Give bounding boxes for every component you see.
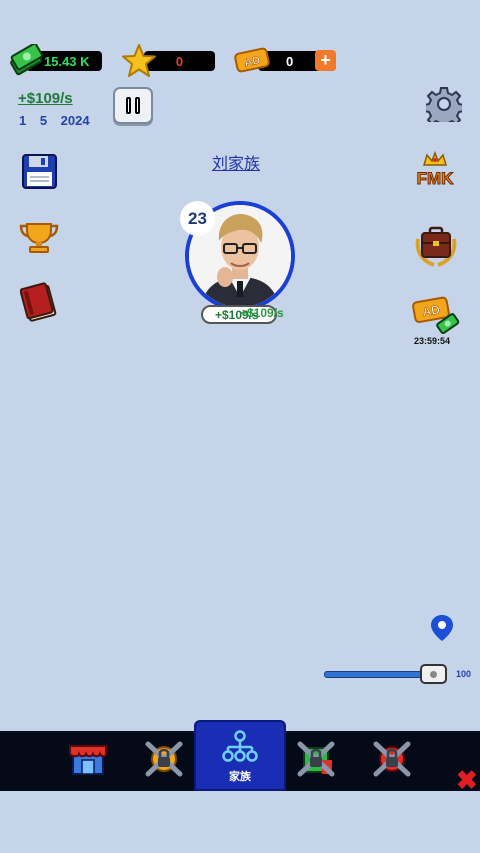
zoom-slider-thumb[interactable] [420,664,447,684]
briefcase-laurel-icon[interactable] [412,225,460,269]
floating-income-text: +$109/s [240,306,284,320]
locked-tab-red-icon[interactable] [372,740,412,778]
ad-ticket-value: 0 [286,53,294,69]
zoom-slider-value: 100 [456,669,472,679]
locked-tab-gold-icon[interactable] [144,740,184,778]
money-value: 15.43 K [44,53,90,69]
add-ad-ticket-button[interactable]: + [315,50,336,71]
ad-cash-reward-icon[interactable]: AD [412,296,460,336]
pause-button[interactable] [113,87,153,124]
cash-icon [10,44,43,76]
shop-icon[interactable] [68,740,108,778]
tab-family-label: 家族 [229,771,251,783]
game-date: 1 5 2024 [19,113,90,128]
location-pin-icon[interactable] [430,614,454,642]
family-tree-icon [222,730,258,762]
income-rate: +$109/s [18,90,73,107]
slider-grip [430,670,437,678]
locked-tab-green-icon[interactable] [296,740,336,778]
star-value: 0 [175,53,184,69]
gear-icon[interactable] [426,86,462,122]
zoom-slider-track[interactable] [324,671,434,678]
ad-ticket-icon: AD [234,47,270,73]
book-icon[interactable] [20,282,60,322]
close-button[interactable]: ✖ [456,767,478,793]
pause-icon [126,97,131,114]
ad-reward-timer: 23:59:54 [414,336,451,346]
family-title[interactable]: 刘家族 [0,150,472,174]
pause-icon-bar [135,97,140,114]
trophy-icon[interactable] [19,220,59,254]
level-badge: 23 [180,201,215,236]
star-icon [122,44,156,77]
